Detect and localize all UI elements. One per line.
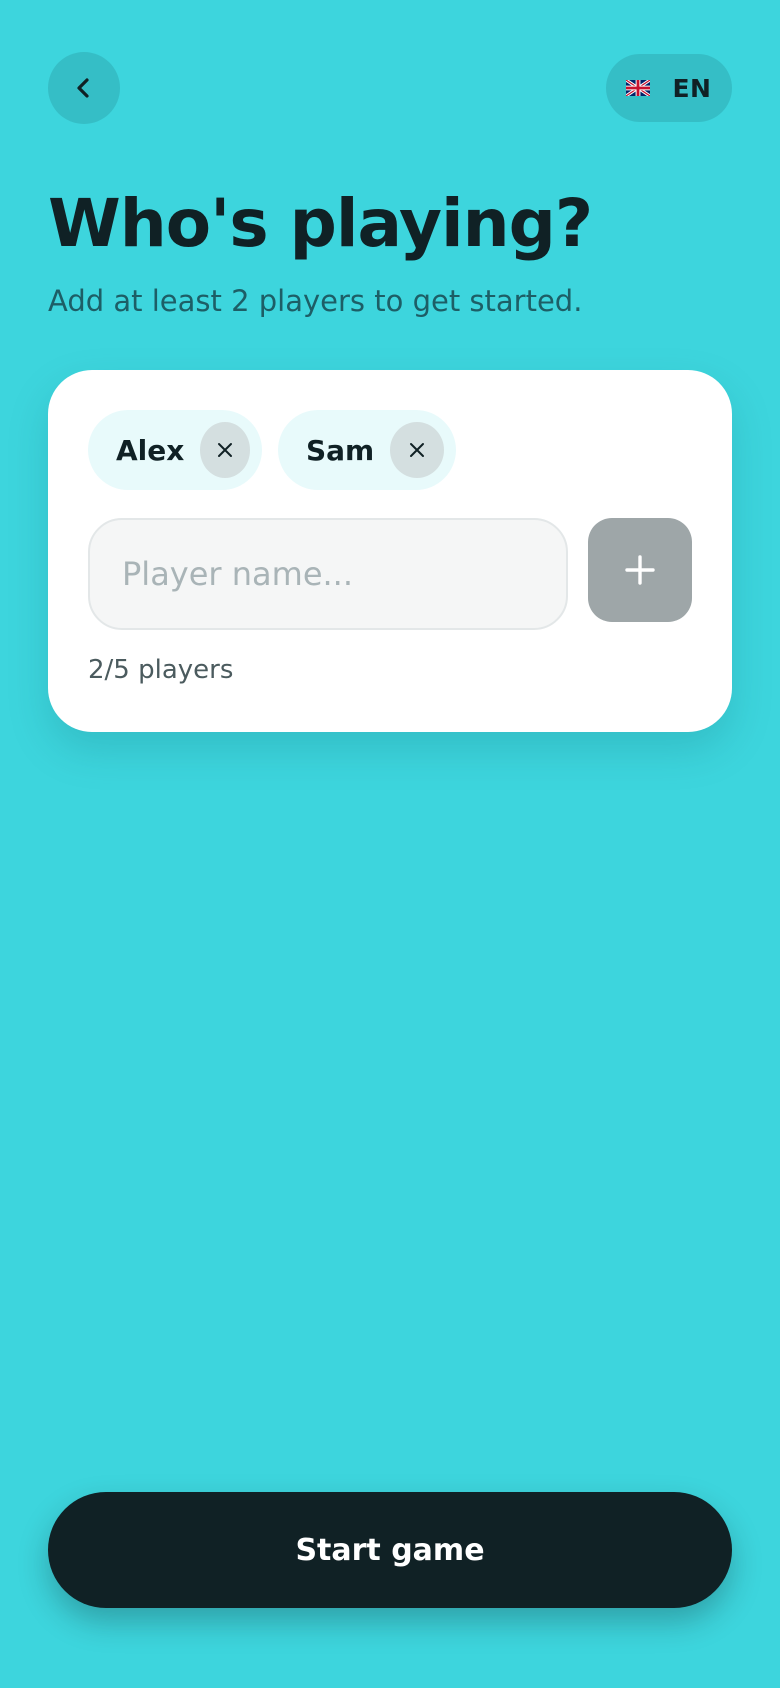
close-icon [218,443,233,457]
page-title: Who's playing? [48,185,593,262]
plus-icon [625,555,655,585]
remove-player-button[interactable] [200,422,250,478]
player-chip-sam: Sam [278,410,456,490]
start-game-button[interactable]: Start game [48,1492,732,1608]
language-code: EN [672,73,712,103]
player-name: Sam [306,433,375,467]
remove-player-button[interactable] [390,422,444,478]
players-card: Alex Sam 2/5 players [48,370,732,732]
language-selector[interactable]: EN [606,54,732,122]
player-name-input[interactable] [88,518,568,630]
back-button[interactable] [48,52,120,124]
chevron-left-icon [77,78,89,98]
uk-flag-icon [626,80,651,96]
player-name: Alex [116,433,185,467]
add-player-button[interactable] [588,518,692,622]
close-icon [410,443,425,457]
page-subtitle: Add at least 2 players to get started. [48,284,583,318]
player-chip-alex: Alex [88,410,262,490]
player-count: 2/5 players [88,655,234,685]
